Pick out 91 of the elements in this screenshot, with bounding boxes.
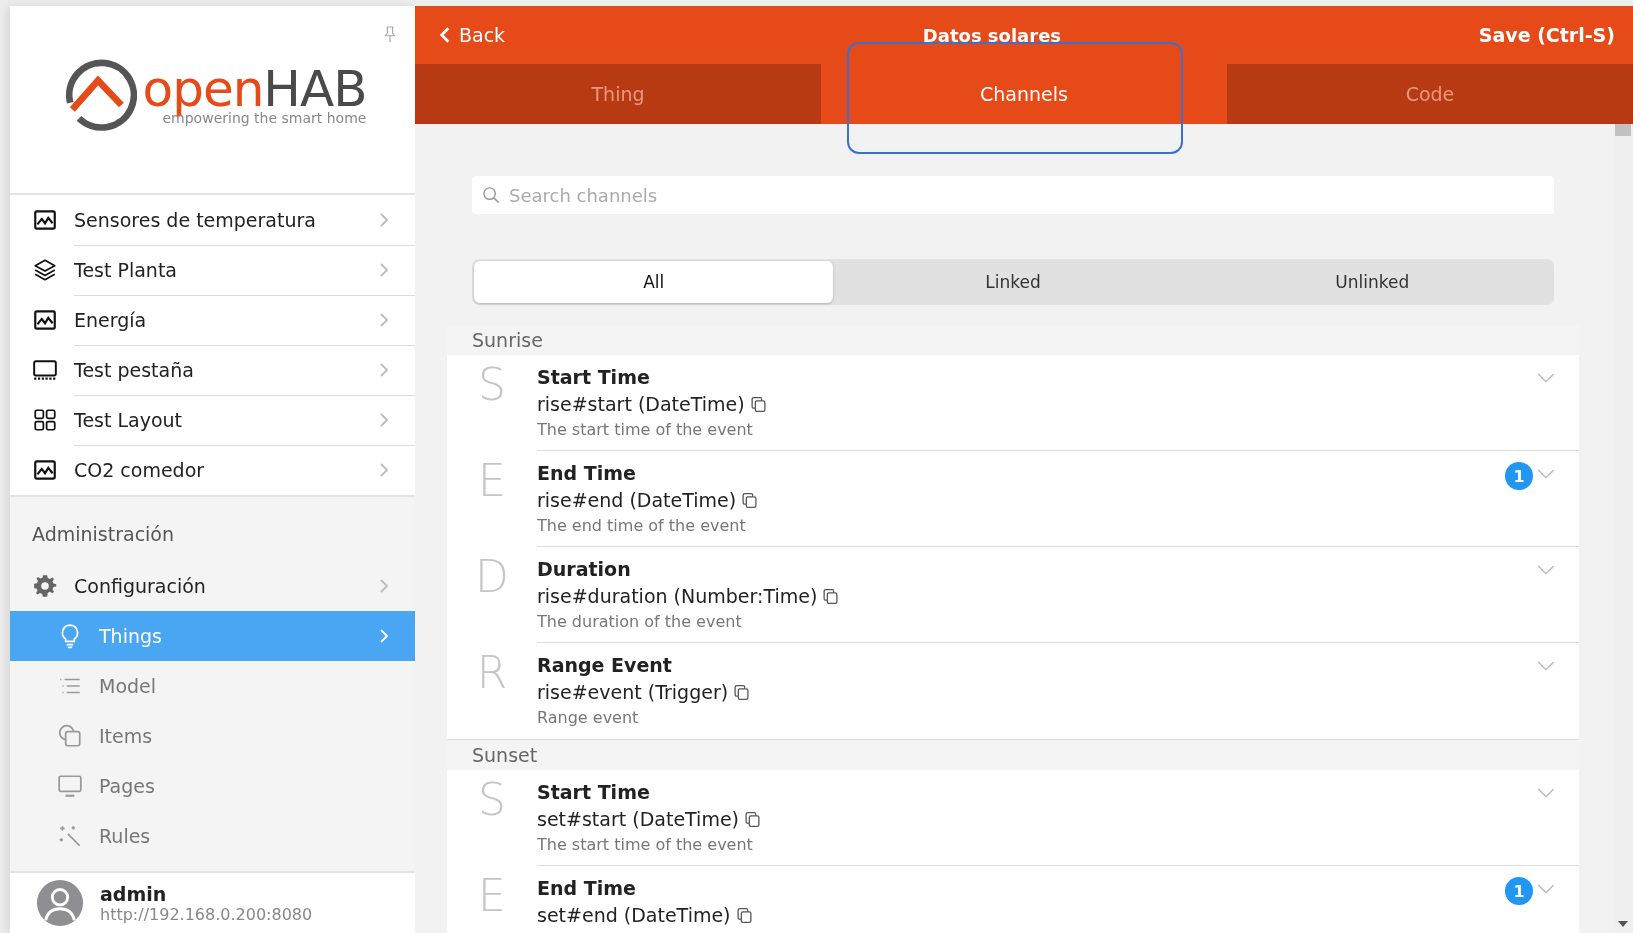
sidebar-item[interactable]: Sensores de temperatura <box>10 195 415 245</box>
menu-item[interactable]: Configuración <box>10 561 415 611</box>
copy-icon[interactable] <box>735 906 753 924</box>
scroll-down-arrow-icon[interactable] <box>1618 921 1628 927</box>
chevron-down-icon[interactable] <box>1537 469 1555 480</box>
channel-id: rise#event (Trigger) <box>537 680 729 704</box>
channel-description: Range event <box>537 708 640 727</box>
link-count-badge: 1 <box>1505 462 1533 490</box>
channel-id: rise#duration (Number:Time) <box>537 584 818 608</box>
chevron-right-icon <box>379 211 389 228</box>
section-heading: Administración <box>31 523 176 547</box>
menu-item[interactable]: Items <box>10 711 415 761</box>
filter-tab[interactable]: All <box>474 261 834 303</box>
pin-icon[interactable] <box>383 24 397 44</box>
filter-tab[interactable]: Unlinked <box>1192 261 1552 303</box>
user-name: admin <box>100 882 168 905</box>
channel-description: The start time of the event <box>537 420 754 439</box>
link-count-badge: 1 <box>1505 877 1533 905</box>
chevron-right-icon <box>379 462 389 478</box>
chevron-down-icon[interactable] <box>1537 565 1555 576</box>
back-button[interactable]: Back <box>439 24 506 46</box>
avatar-icon <box>36 879 84 927</box>
channel-title: Start Time <box>537 365 651 389</box>
channel-initial: S <box>477 773 507 827</box>
sidebar-item[interactable]: CO2 comedor <box>10 445 415 495</box>
chevron-left-icon <box>439 26 451 44</box>
search-icon <box>482 186 501 205</box>
chevron-down-icon[interactable] <box>1537 661 1555 672</box>
chevron-down-icon[interactable] <box>1537 373 1555 384</box>
channel-title: Duration <box>537 557 632 581</box>
channel-description: The end time of the event <box>537 516 747 535</box>
chart-icon <box>32 457 58 483</box>
scrollbar-thumb[interactable] <box>1615 124 1631 136</box>
channel-row[interactable]: E End Time set#end (DateTime) 1 <box>447 866 1579 933</box>
chart-icon <box>32 307 58 333</box>
channel-id: rise#end (DateTime) <box>537 488 737 512</box>
channel-row[interactable]: E End Time rise#end (DateTime) The end time of the event 1 <box>447 451 1579 547</box>
magic-wand-icon <box>57 823 83 849</box>
sidebar-item[interactable]: Test pestaña <box>10 345 415 395</box>
menu-item[interactable]: Rules <box>10 811 415 861</box>
grid-icon <box>32 407 58 433</box>
search-field[interactable]: Search channels <box>472 176 1554 214</box>
save-button[interactable]: Save (Ctrl-S) <box>1478 24 1615 46</box>
page-title: Datos solares <box>922 24 1062 46</box>
copy-icon[interactable] <box>733 683 751 701</box>
logo-wordmark: open <box>142 63 264 114</box>
chevron-right-icon <box>379 311 389 328</box>
channel-description: The duration of the event <box>537 612 743 631</box>
channel-description: The start time of the event <box>537 835 754 854</box>
logo-wordmark: HAB <box>263 63 367 114</box>
copy-icon[interactable] <box>741 491 759 509</box>
channel-title: Range Event <box>537 653 673 677</box>
layers-icon <box>32 257 58 283</box>
channel-title: End Time <box>537 876 637 900</box>
channel-initial: D <box>474 550 510 604</box>
copy-icon[interactable] <box>749 395 767 413</box>
screen-icon <box>32 357 58 383</box>
chevron-right-icon <box>379 361 389 378</box>
channel-initial: E <box>477 454 507 508</box>
channel-row[interactable]: S Start Time set#start (DateTime) The start time of the event <box>447 770 1579 866</box>
chevron-right-icon <box>379 411 389 428</box>
channel-row[interactable]: R Range Event rise#event (Trigger) Range event <box>447 643 1579 739</box>
channel-initial: R <box>475 646 509 700</box>
chevron-down-icon[interactable] <box>1537 884 1555 895</box>
menu-item[interactable]: Model <box>10 661 415 711</box>
channel-row[interactable]: D Duration rise#duration (Number:Time) The duration of the event <box>447 547 1579 643</box>
sidebar-item[interactable]: Test Planta <box>10 245 415 295</box>
channel-id: set#start (DateTime) <box>537 807 739 831</box>
chevron-right-icon <box>379 628 389 644</box>
chevron-right-icon <box>379 578 389 594</box>
channel-title: End Time <box>537 461 637 485</box>
sidebar-item[interactable]: Energía <box>10 295 415 345</box>
channel-initial: E <box>477 869 507 923</box>
tab[interactable]: Channels <box>821 64 1227 124</box>
channel-initial: S <box>477 358 507 412</box>
channel-id: rise#start (DateTime) <box>537 392 745 416</box>
server-url: http://192.168.0.200:8080 <box>100 904 313 924</box>
channel-id: set#end (DateTime) <box>537 903 731 927</box>
shapes-icon <box>57 723 83 749</box>
copy-icon[interactable] <box>744 810 761 828</box>
channel-row[interactable]: S Start Time rise#start (DateTime) The start time of the event <box>447 355 1579 451</box>
menu-item[interactable]: Pages <box>10 761 415 811</box>
sidebar-item[interactable]: Test Layout <box>10 395 415 445</box>
chart-icon <box>32 207 58 233</box>
monitor-icon <box>57 773 83 799</box>
channel-title: Start Time <box>537 780 651 804</box>
settings-icon <box>32 573 58 599</box>
chevron-down-icon[interactable] <box>1537 788 1555 799</box>
copy-icon[interactable] <box>822 587 840 605</box>
filter-tab[interactable]: Linked <box>833 261 1193 303</box>
chevron-right-icon <box>379 261 389 278</box>
